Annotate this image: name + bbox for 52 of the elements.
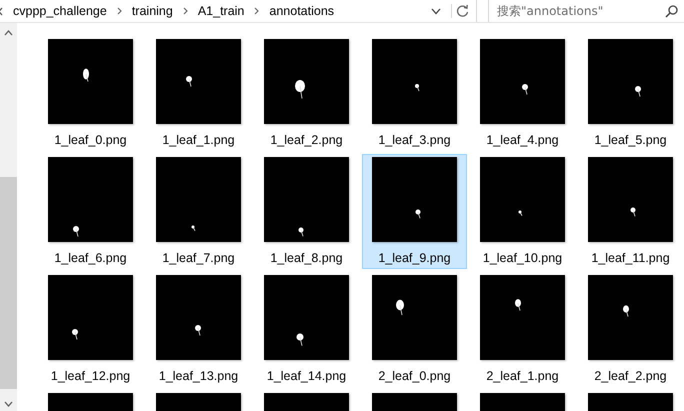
file-item[interactable]: 1_leaf_7.png <box>146 154 251 269</box>
file-item[interactable]: 1_leaf_11.png <box>578 154 683 269</box>
chevron-right-icon[interactable] <box>182 7 188 15</box>
scroll-thumb[interactable] <box>0 177 17 389</box>
file-name: 1_leaf_13.png <box>158 369 238 383</box>
file-name: 1_leaf_12.png <box>50 369 130 383</box>
file-name: 1_leaf_2.png <box>270 133 343 147</box>
file-item[interactable]: 1_leaf_8.png <box>254 154 359 269</box>
breadcrumb-item[interactable]: A1_train <box>198 4 244 18</box>
file-name: 1_leaf_10.png <box>482 251 562 265</box>
file-name: 1_leaf_3.png <box>378 133 451 147</box>
file-item[interactable]: 1_leaf_4.png <box>470 36 575 151</box>
file-item[interactable]: 1_leaf_9.png <box>362 154 467 269</box>
file-name: 1_leaf_4.png <box>486 133 559 147</box>
file-item[interactable]: 1_leaf_10.png <box>470 154 575 269</box>
file-item[interactable]: 1_leaf_1.png <box>146 36 251 151</box>
file-name: 2_leaf_1.png <box>486 369 559 383</box>
breadcrumb-item[interactable]: annotations <box>269 4 334 18</box>
dropdown-icon[interactable] <box>431 8 441 14</box>
file-item[interactable]: 1_leaf_14.png <box>254 272 359 387</box>
scrollbar[interactable] <box>0 23 17 411</box>
file-item[interactable]: 1_leaf_12.png <box>38 272 143 387</box>
file-name: 1_leaf_5.png <box>594 133 667 147</box>
file-name: 2_leaf_2.png <box>594 369 667 383</box>
file-item[interactable]: 2_leaf_1.png <box>470 272 575 387</box>
file-name: 1_leaf_6.png <box>54 251 127 265</box>
file-item[interactable]: 2_leaf_2.png <box>578 272 683 387</box>
search-icon[interactable] <box>665 4 678 18</box>
breadcrumb-item[interactable]: training <box>132 4 173 18</box>
file-name: 1_leaf_14.png <box>266 369 346 383</box>
refresh-icon[interactable] <box>451 4 469 18</box>
scroll-down-icon[interactable] <box>4 401 13 407</box>
chevron-right-icon[interactable] <box>254 7 260 15</box>
chevron-right-icon[interactable] <box>116 7 122 15</box>
file-name: 1_leaf_7.png <box>162 251 235 265</box>
file-name: 1_leaf_1.png <box>162 133 235 147</box>
file-name: 1_leaf_9.png <box>378 251 451 265</box>
file-item[interactable]: 2_leaf_0.png <box>362 272 467 387</box>
search-field[interactable]: 搜索"annotations" <box>497 4 665 18</box>
file-name: 2_leaf_0.png <box>378 369 451 383</box>
file-name: 1_leaf_11.png <box>591 251 670 265</box>
file-name: 1_leaf_8.png <box>270 251 343 265</box>
address-bar[interactable]: cvppp_challenge training A1_train annotations <box>0 0 477 22</box>
file-item[interactable]: 1_leaf_13.png <box>146 272 251 387</box>
file-item[interactable]: 1_leaf_6.png <box>38 154 143 269</box>
file-item[interactable]: 1_leaf_0.png <box>38 36 143 151</box>
file-item[interactable]: 1_leaf_5.png <box>578 36 683 151</box>
file-name: 1_leaf_0.png <box>54 133 127 147</box>
breadcrumb-item[interactable]: cvppp_challenge <box>13 4 107 18</box>
file-item[interactable]: 1_leaf_3.png <box>362 36 467 151</box>
scroll-up-icon[interactable] <box>4 30 13 36</box>
file-item[interactable]: 1_leaf_2.png <box>254 36 359 151</box>
